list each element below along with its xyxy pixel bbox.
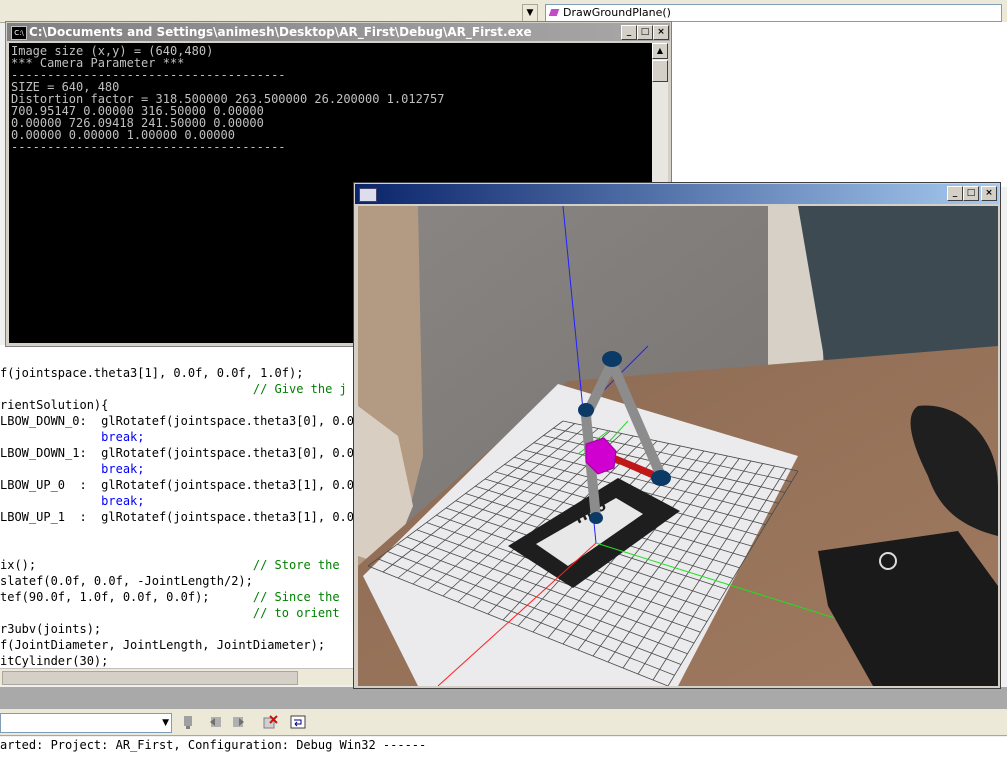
class-dropdown-arrow[interactable]: ▼ bbox=[522, 4, 538, 22]
code-line: break; bbox=[0, 430, 145, 444]
word-wrap-icon[interactable] bbox=[290, 714, 306, 730]
scroll-up-icon[interactable]: ▲ bbox=[652, 43, 668, 59]
output-log: arted: Project: AR_First, Configuration:… bbox=[0, 737, 1007, 766]
code-line: // Give the j bbox=[0, 382, 347, 396]
code-line: LBOW_DOWN_0: glRotatef(jointspace.theta3… bbox=[0, 414, 356, 428]
code-line: LBOW_UP_1 : glRotatef(jointspace.theta3[… bbox=[0, 510, 356, 524]
output-toolbar: ▼ bbox=[0, 709, 1007, 736]
code-line: rientSolution){ bbox=[0, 398, 109, 412]
close-button[interactable]: × bbox=[981, 186, 997, 201]
maximize-button[interactable]: □ bbox=[963, 186, 979, 201]
code-line: ix(); // Store the bbox=[0, 558, 340, 572]
code-line: tef(90.0f, 1.0f, 0.0f, 0.0f); // Since t… bbox=[0, 590, 340, 604]
next-message-icon[interactable] bbox=[230, 714, 246, 730]
chevron-down-icon[interactable]: ▼ bbox=[162, 718, 169, 728]
code-line: slatef(0.0f, 0.0f, -JointLength/2); bbox=[0, 574, 253, 588]
console-titlebar[interactable]: C:\ C:\Documents and Settings\animesh\De… bbox=[7, 23, 670, 41]
app-icon bbox=[359, 188, 377, 202]
joint-wrist bbox=[651, 470, 671, 486]
find-source-icon[interactable] bbox=[180, 714, 196, 730]
code-line: // to orient bbox=[0, 606, 340, 620]
code-editor[interactable]: f(jointspace.theta3[1], 0.0f, 0.0f, 1.0f… bbox=[0, 345, 356, 685]
minimize-button[interactable]: _ bbox=[947, 186, 963, 201]
code-line: f(jointspace.theta3[1], 0.0f, 0.0f, 1.0f… bbox=[0, 366, 304, 380]
member-dropdown-value: DrawGroundPlane() bbox=[563, 6, 671, 19]
close-button[interactable]: × bbox=[653, 25, 669, 40]
code-line: itCylinder(30); bbox=[0, 654, 109, 668]
joint-elbow bbox=[602, 351, 622, 367]
output-source-select[interactable]: ▼ bbox=[0, 713, 172, 733]
camera-titlebar[interactable]: _ □ × bbox=[355, 184, 999, 204]
console-icon: C:\ bbox=[11, 26, 27, 40]
scroll-thumb[interactable] bbox=[652, 60, 668, 82]
code-line: LBOW_DOWN_1: glRotatef(jointspace.theta3… bbox=[0, 446, 356, 460]
joint-base bbox=[589, 512, 603, 524]
console-line: -------------------------------------- bbox=[11, 140, 286, 154]
scroll-thumb[interactable] bbox=[2, 671, 298, 685]
maximize-button[interactable]: □ bbox=[637, 25, 653, 40]
code-line: break; bbox=[0, 494, 145, 508]
code-line: f(JointDiameter, JointLength, JointDiame… bbox=[0, 638, 326, 652]
minimize-button[interactable]: _ bbox=[621, 25, 637, 40]
console-title: C:\Documents and Settings\animesh\Deskto… bbox=[29, 25, 532, 39]
code-line: LBOW_UP_0 : glRotatef(jointspace.theta3[… bbox=[0, 478, 356, 492]
pane-splitter[interactable] bbox=[0, 687, 1007, 709]
previous-message-icon[interactable] bbox=[208, 714, 224, 730]
code-line: r3ubv(joints); bbox=[0, 622, 102, 636]
joint-shoulder bbox=[578, 403, 594, 417]
code-horizontal-scrollbar[interactable] bbox=[0, 668, 356, 685]
code-line: break; bbox=[0, 462, 145, 476]
member-dropdown[interactable]: DrawGroundPlane() bbox=[545, 4, 1002, 22]
ar-camera-window[interactable]: _ □ × Hiro bbox=[353, 182, 1001, 689]
ar-scene-view[interactable]: Hiro bbox=[358, 206, 998, 686]
method-icon bbox=[548, 9, 560, 16]
clear-all-icon[interactable] bbox=[262, 714, 278, 730]
editor-right-pane bbox=[668, 22, 1007, 187]
